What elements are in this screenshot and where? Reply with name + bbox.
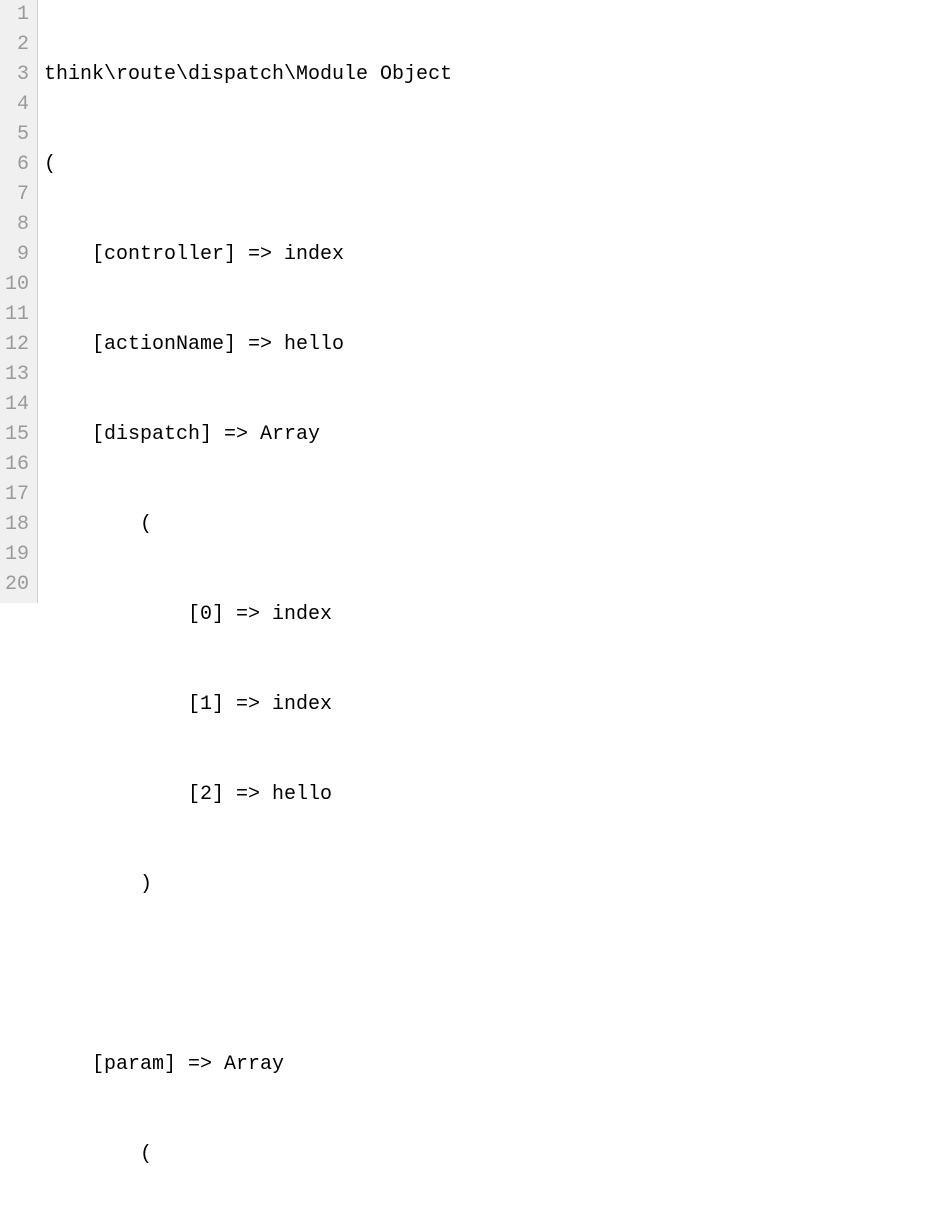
code-area[interactable]: think\route\dispatch\Module Object ( [co… [38,0,925,603]
code-line [44,960,925,990]
line-number: 1 [4,0,29,30]
line-number: 9 [4,240,29,270]
code-line: ) [44,870,925,900]
line-number: 7 [4,180,29,210]
code-line: [1] => index [44,690,925,720]
line-number: 10 [4,270,29,300]
code-line: ( [44,1140,925,1170]
line-number: 6 [4,150,29,180]
code-line: ( [44,150,925,180]
line-number: 15 [4,420,29,450]
line-number: 8 [4,210,29,240]
code-line: [actionName] => hello [44,330,925,360]
code-line: ( [44,510,925,540]
line-number: 18 [4,510,29,540]
code-editor: 1 2 3 4 5 6 7 8 9 10 11 12 13 14 15 16 1… [0,0,925,603]
line-number: 17 [4,480,29,510]
line-number: 3 [4,60,29,90]
code-line: [dispatch] => Array [44,420,925,450]
line-number: 4 [4,90,29,120]
line-number: 5 [4,120,29,150]
line-number-gutter: 1 2 3 4 5 6 7 8 9 10 11 12 13 14 15 16 1… [0,0,38,603]
code-line: think\route\dispatch\Module Object [44,60,925,90]
line-number: 16 [4,450,29,480]
line-number: 13 [4,360,29,390]
line-number: 12 [4,330,29,360]
code-line: [param] => Array [44,1050,925,1080]
line-number: 14 [4,390,29,420]
line-number: 20 [4,570,29,600]
code-line: [0] => index [44,600,925,630]
code-line: [controller] => index [44,240,925,270]
line-number: 19 [4,540,29,570]
code-line: [2] => hello [44,780,925,810]
line-number: 2 [4,30,29,60]
line-number: 11 [4,300,29,330]
